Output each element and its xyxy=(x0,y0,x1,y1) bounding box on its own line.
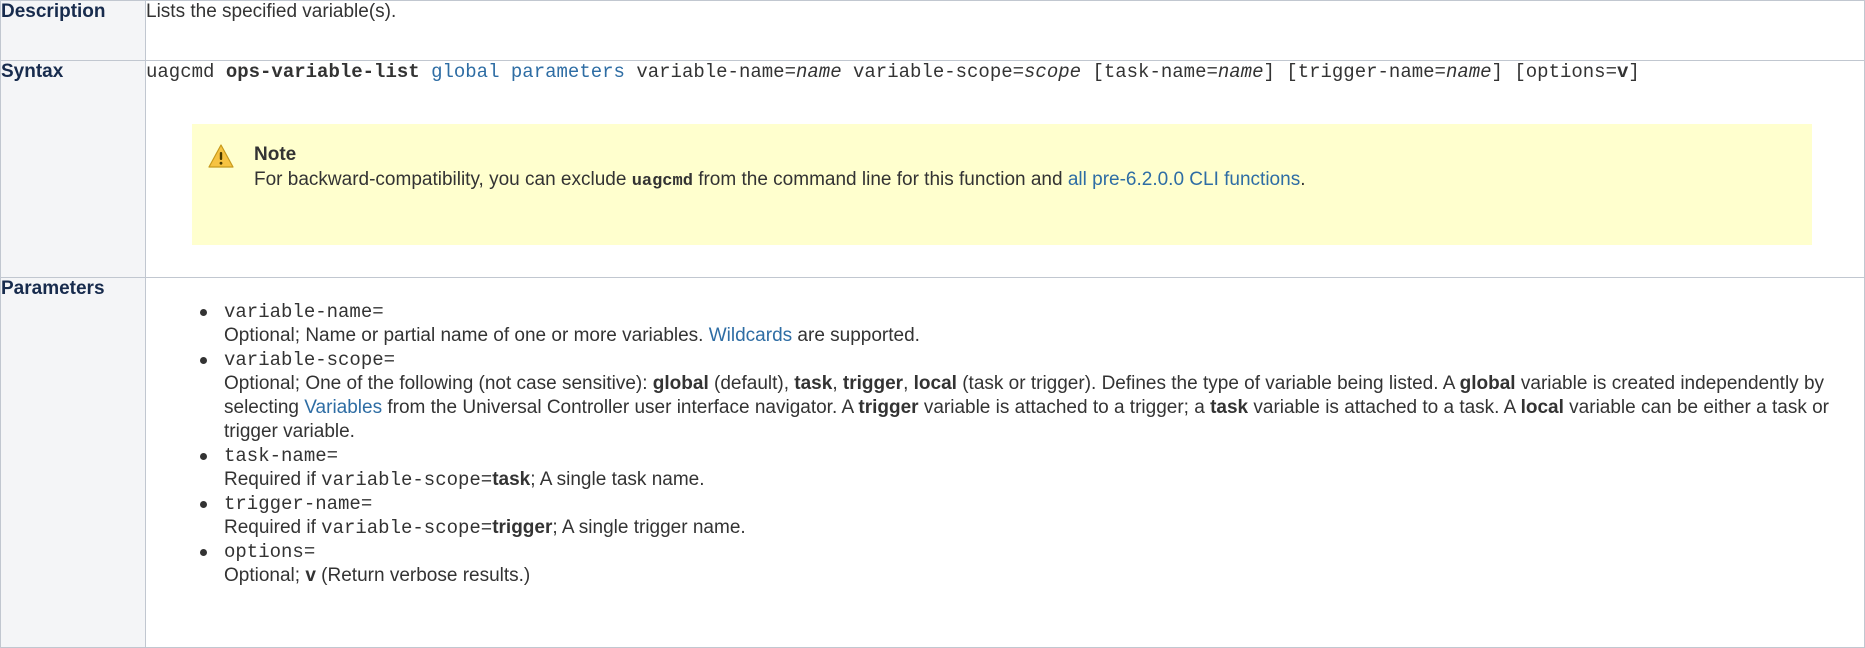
command-reference-table: Description Lists the specified variable… xyxy=(0,0,1865,648)
parameters-list: variable-name= Optional; Name or partial… xyxy=(146,300,1864,588)
syntax-p4-value: name xyxy=(1445,61,1492,83)
list-item: variable-scope= Optional; One of the fol… xyxy=(200,348,1864,444)
global-link[interactable]: global xyxy=(431,61,499,83)
note-text-pre: For backward-compatibility, you can excl… xyxy=(254,169,627,190)
param-bold: trigger xyxy=(842,373,904,394)
param-name: trigger-name= xyxy=(224,493,373,515)
param-name: task-name= xyxy=(224,445,339,467)
wildcards-link[interactable]: Wildcards xyxy=(709,325,792,346)
syntax-p5: [options= xyxy=(1514,61,1617,83)
param-desc-text: Optional; Name or partial name of one or… xyxy=(224,325,709,346)
note-panel: Note For backward-compatibility, you can… xyxy=(192,124,1812,245)
parameters-row: Parameters variable-name= Optional; Name… xyxy=(0,277,1865,648)
syntax-cell: uagcmd ops-variable-list global paramete… xyxy=(145,60,1865,278)
param-name: variable-name= xyxy=(224,301,384,323)
description-text: Lists the specified variable(s). xyxy=(145,0,1865,61)
cli-functions-link[interactable]: all pre-6.2.0.0 CLI functions xyxy=(1068,169,1300,190)
param-description: Required if variable-scope=task; A singl… xyxy=(224,468,1864,492)
description-header: Description xyxy=(0,0,146,61)
warning-icon xyxy=(208,144,234,168)
param-description: Optional; v (Return verbose results.) xyxy=(224,564,1864,588)
param-name: variable-scope= xyxy=(224,349,396,371)
param-bold: task xyxy=(1210,397,1249,418)
param-desc-text: (Return verbose results.) xyxy=(315,565,531,586)
bullet-icon xyxy=(200,501,207,508)
param-bold: task xyxy=(794,373,833,394)
param-desc-text: ; A single task name. xyxy=(530,469,705,490)
syntax-p2: variable-scope= xyxy=(853,61,1025,83)
param-desc-text: variable is attached to a task. A xyxy=(1248,397,1521,418)
param-bold: v xyxy=(305,565,316,586)
param-desc-text: (task or trigger). Defines the type of v… xyxy=(956,373,1460,394)
param-desc-text: Required if xyxy=(224,517,322,538)
bullet-icon xyxy=(200,309,207,316)
syntax-p5-value: v xyxy=(1616,61,1629,83)
param-desc-text: variable is attached to a trigger; a xyxy=(918,397,1211,418)
param-desc-text: ; A single trigger name. xyxy=(552,517,746,538)
param-desc-text: , xyxy=(903,373,914,394)
param-description: Required if variable-scope=trigger; A si… xyxy=(224,516,1864,540)
syntax-p4-close: ] xyxy=(1491,61,1503,83)
syntax-function: ops-variable-list xyxy=(225,61,420,83)
param-code: variable-scope= xyxy=(321,469,493,491)
syntax-p2-value: scope xyxy=(1024,61,1082,83)
param-bold: local xyxy=(1520,397,1564,418)
param-code: variable-scope= xyxy=(321,517,493,539)
list-item: options= Optional; v (Return verbose res… xyxy=(200,540,1864,588)
param-bold: task xyxy=(492,469,531,490)
syntax-p3-value: name xyxy=(1217,61,1264,83)
param-description: Optional; One of the following (not case… xyxy=(224,372,1864,444)
param-desc-text: Optional; One of the following (not case… xyxy=(224,373,653,394)
syntax-p3-close: ] xyxy=(1263,61,1275,83)
parameters-cell: variable-name= Optional; Name or partial… xyxy=(145,277,1865,648)
param-name: options= xyxy=(224,541,316,563)
param-desc-text: are supported. xyxy=(792,325,920,346)
description-row: Description Lists the specified variable… xyxy=(0,0,1865,61)
bullet-icon xyxy=(200,357,207,364)
param-bold: local xyxy=(913,373,957,394)
note-text-mid: from the command line for this function … xyxy=(698,169,1063,190)
note-title: Note xyxy=(254,144,297,165)
param-bold: global xyxy=(652,373,709,394)
param-bold: global xyxy=(1459,373,1516,394)
param-bold: trigger xyxy=(492,517,553,538)
note-text: For backward-compatibility, you can excl… xyxy=(254,167,1812,194)
syntax-p1: variable-name= xyxy=(636,61,796,83)
syntax-p1-value: name xyxy=(795,61,842,83)
syntax-header: Syntax xyxy=(0,60,146,278)
param-desc-text: from the Universal Controller user inter… xyxy=(382,397,859,418)
syntax-p4: [trigger-name= xyxy=(1286,61,1446,83)
param-desc-text: (default), xyxy=(708,373,795,394)
note-body: Note For backward-compatibility, you can… xyxy=(254,142,1812,194)
list-item: task-name= Required if variable-scope=ta… xyxy=(200,444,1864,492)
syntax-line: uagcmd ops-variable-list global paramete… xyxy=(146,61,1864,83)
note-text-end: . xyxy=(1300,169,1306,190)
param-desc-text: , xyxy=(832,373,843,394)
list-item: trigger-name= Required if variable-scope… xyxy=(200,492,1864,540)
syntax-p5-close: ] xyxy=(1628,61,1640,83)
param-bold: trigger xyxy=(858,397,919,418)
bullet-icon xyxy=(200,549,207,556)
note-code: uagcmd xyxy=(631,172,693,191)
param-desc-text: Required if xyxy=(224,469,322,490)
param-desc-text: Optional; xyxy=(224,565,306,586)
param-description: Optional; Name or partial name of one or… xyxy=(224,324,1864,348)
syntax-row: Syntax uagcmd ops-variable-list global p… xyxy=(0,60,1865,278)
syntax-cmd: uagcmd xyxy=(146,61,215,83)
variables-link[interactable]: Variables xyxy=(304,397,382,418)
parameters-header: Parameters xyxy=(0,277,146,648)
syntax-p3: [task-name= xyxy=(1092,61,1218,83)
list-item: variable-name= Optional; Name or partial… xyxy=(200,300,1864,348)
parameters-link[interactable]: parameters xyxy=(511,61,625,83)
bullet-icon xyxy=(200,453,207,460)
